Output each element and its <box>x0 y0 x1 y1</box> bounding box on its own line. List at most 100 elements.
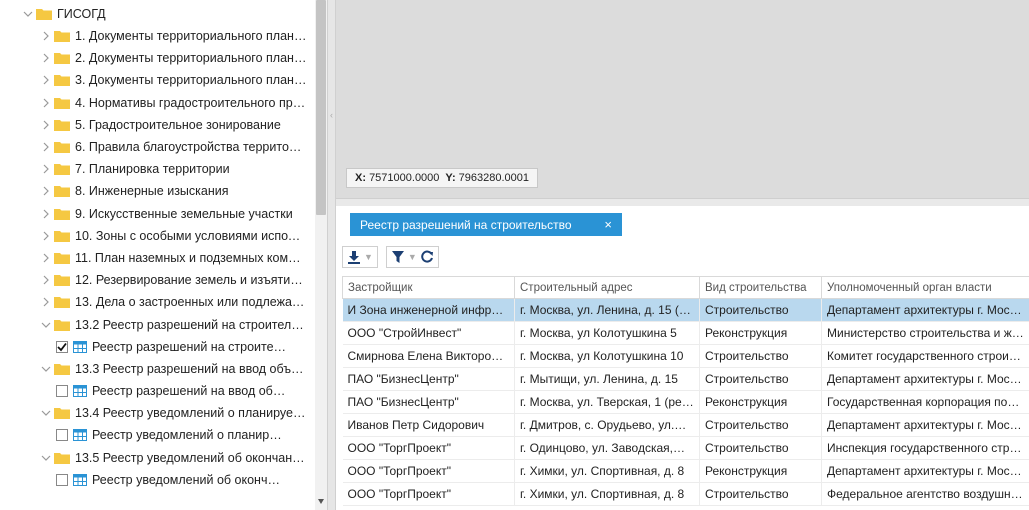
table-cell: г. Химки, ул. Спортивная, д. 8 <box>514 482 700 506</box>
tree-item[interactable]: 5. Градостроительное зонирование <box>40 114 281 136</box>
chevron-right-icon[interactable] <box>40 185 52 197</box>
chevron-right-icon[interactable] <box>40 74 52 86</box>
scroll-thumb[interactable] <box>316 0 326 215</box>
chevron-right-icon[interactable] <box>40 163 52 175</box>
table-cell: Строительство <box>699 482 822 506</box>
tree-group-label: 13.3 Реестр разрешений на ввод объек… <box>75 362 307 377</box>
table-cell: ООО "СтройИнвест" <box>342 321 515 345</box>
tree-item[interactable]: 7. Планировка территории <box>40 158 230 180</box>
tree-layer-label: Реестр уведомлений о планир… <box>92 428 282 443</box>
horizontal-splitter[interactable] <box>336 198 1029 206</box>
tab-permits-registry[interactable]: Реестр разрешений на строительство × <box>350 213 622 236</box>
column-header[interactable]: Застройщик <box>342 276 515 299</box>
table-cell: Строительство <box>699 367 822 391</box>
tree-item[interactable]: 13. Дела о застроенных или подлежащ… <box>40 291 307 313</box>
column-header[interactable]: Уполномоченный орган власти <box>821 276 1029 299</box>
folder-icon <box>36 8 52 20</box>
column-header[interactable]: Строительный адрес <box>514 276 700 299</box>
layer-checkbox[interactable] <box>56 429 68 442</box>
tree-root[interactable]: ГИСОГД <box>22 3 106 25</box>
panel-splitter[interactable]: ‹ <box>327 0 336 510</box>
chevron-right-icon[interactable] <box>40 97 52 109</box>
tree-item-label: 6. Правила благоустройства территории <box>75 140 307 154</box>
map-view[interactable]: X: 7571000.0000 Y: 7963280.0001 <box>336 0 1029 198</box>
table-row[interactable]: ООО "СтройИнвест" г. Москва, ул Колотушки… <box>342 321 1029 345</box>
close-icon[interactable]: × <box>604 217 612 232</box>
column-header[interactable]: Вид строительства <box>699 276 822 299</box>
table-cell: г. Москва, ул. Тверская, 1 (ре… <box>514 390 700 414</box>
table-row[interactable]: И Зона инженерной инфра… г. Москва, ул. Л… <box>342 298 1029 322</box>
table-row[interactable]: ООО "ТоргПроект" г. Одинцово, ул. Заводск… <box>342 436 1029 460</box>
folder-icon <box>54 119 70 131</box>
table-row[interactable]: ПАО "БизнесЦентр" г. Москва, ул. Тверская… <box>342 390 1029 414</box>
table-cell: ООО "ТоргПроект" <box>342 459 515 483</box>
tree-item[interactable]: 11. План наземных и подземных комму… <box>40 247 307 269</box>
table-cell: Департамент архитектуры г. Мос… <box>821 367 1029 391</box>
table-cell: г. Мытищи, ул. Ленина, д. 15 <box>514 367 700 391</box>
table-cell: Департамент архитектуры г. Мос… <box>821 413 1029 437</box>
chevron-down-icon[interactable] <box>40 319 52 331</box>
download-icon <box>348 251 360 264</box>
chevron-right-icon[interactable] <box>40 296 52 308</box>
table-row[interactable]: ПАО "БизнесЦентр" г. Мытищи, ул. Ленина, … <box>342 367 1029 391</box>
table-icon <box>73 473 87 486</box>
tree-layer[interactable]: Реестр уведомлений о планир… <box>56 424 282 446</box>
chevron-right-icon[interactable] <box>40 274 52 286</box>
filter-icon <box>391 251 404 263</box>
chevron-right-icon[interactable] <box>40 208 52 220</box>
layer-checkbox[interactable] <box>56 385 68 398</box>
tree-item[interactable]: 9. Искусственные земельные участки <box>40 203 293 225</box>
chevron-down-icon[interactable] <box>40 407 52 419</box>
chevron-right-icon[interactable] <box>40 141 52 153</box>
table-cell: Строительство <box>699 436 822 460</box>
table-cell: Строительство <box>699 413 822 437</box>
tree-layer-label: Реестр разрешений на ввод об… <box>92 384 286 399</box>
tree-item[interactable]: 4. Нормативы градостроительного прое… <box>40 92 307 114</box>
tree-item[interactable]: 8. Инженерные изыскания <box>40 180 229 202</box>
table-cell: г. Москва, ул Колотушкина 10 <box>514 344 700 368</box>
table-cell: Строительство <box>699 344 822 368</box>
table-cell: г. Одинцово, ул. Заводская,… <box>514 436 700 460</box>
table-row[interactable]: ООО "ТоргПроект" г. Химки, ул. Спортивная… <box>342 459 1029 483</box>
folder-icon <box>54 407 70 420</box>
tree-item[interactable]: 6. Правила благоустройства территории <box>40 136 307 158</box>
table-row[interactable]: Иванов Петр Сидорович г. Дмитров, с. Оруд… <box>342 413 1029 437</box>
y-value: 7963280.0001 <box>458 172 530 184</box>
tree-scrollbar[interactable] <box>315 0 327 510</box>
splitter-grip-icon[interactable]: ‹ <box>330 110 333 124</box>
tree-item[interactable]: 3. Документы территориального плани… <box>40 69 307 91</box>
chevron-right-icon[interactable] <box>40 230 52 242</box>
export-button[interactable]: ▼ <box>342 246 378 268</box>
filter-button[interactable]: ▼ <box>385 246 439 268</box>
tree-item-label: 9. Искусственные земельные участки <box>75 206 293 221</box>
table-row[interactable]: Смирнова Елена Викторов… г. Москва, ул Ко… <box>342 344 1029 368</box>
chevron-down-icon[interactable] <box>22 8 34 20</box>
tree-layer[interactable]: Реестр уведомлений об оконч… <box>56 469 280 491</box>
layer-checkbox[interactable] <box>56 473 68 486</box>
refresh-icon[interactable] <box>420 250 434 264</box>
tree-layer[interactable]: Реестр разрешений на ввод об… <box>56 380 285 402</box>
scroll-down-icon[interactable] <box>318 499 324 504</box>
tree-item-label: 3. Документы территориального плани… <box>75 73 307 88</box>
chevron-right-icon[interactable] <box>40 52 52 64</box>
table-row[interactable]: ООО "ТоргПроект" г. Химки, ул. Спортивная… <box>342 482 1029 506</box>
table-cell: Иванов Петр Сидорович <box>342 413 515 437</box>
tree-group[interactable]: 13.4 Реестр уведомлений о планируем… <box>40 402 307 424</box>
tree-group[interactable]: 13.5 Реестр уведомлений об окончании… <box>40 447 307 469</box>
attribute-panel: Реестр разрешений на строительство × ▼ ▼… <box>336 206 1029 510</box>
chevron-down-icon[interactable] <box>40 452 52 464</box>
tree-item[interactable]: 1. Документы территориального плани… <box>40 25 307 47</box>
tree-item[interactable]: 12. Резервирование земель и изъятие … <box>40 269 307 291</box>
tree-root-label: ГИСОГД <box>57 7 106 21</box>
tree-item[interactable]: 10. Зоны с особыми условиями исполь… <box>40 225 307 247</box>
chevron-down-icon[interactable] <box>40 363 52 375</box>
tree-layer[interactable]: Реестр разрешений на строите… <box>56 336 286 358</box>
tree-group[interactable]: 13.2 Реестр разрешений на строитель… <box>40 314 307 336</box>
chevron-right-icon[interactable] <box>40 252 52 264</box>
tree-item[interactable]: 2. Документы территориального плани… <box>40 47 307 69</box>
chevron-right-icon[interactable] <box>40 119 52 131</box>
chevron-right-icon[interactable] <box>40 30 52 42</box>
tree-group[interactable]: 13.3 Реестр разрешений на ввод объек… <box>40 358 307 380</box>
chevron-down-icon: ▼ <box>407 252 417 262</box>
layer-checkbox[interactable] <box>56 341 68 353</box>
